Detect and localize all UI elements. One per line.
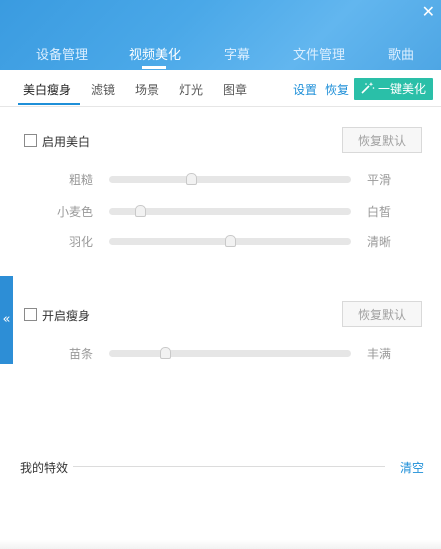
slimming-slider-right-label: 丰满	[367, 347, 392, 361]
slimming-slider-track[interactable]	[109, 347, 351, 359]
subtab-stamps[interactable]: 图章	[223, 81, 247, 98]
magic-wand-icon	[361, 82, 375, 94]
whitening-slider-right-label: 清晰	[367, 235, 392, 249]
settings-link[interactable]: 设置	[293, 81, 317, 98]
close-icon[interactable]: ✕	[422, 3, 435, 21]
tab-video-beauty[interactable]: 视频美化	[129, 44, 181, 63]
whitening-slider-track[interactable]	[109, 205, 351, 217]
header-bar: ✕ 设备管理 视频美化 字幕 文件管理 歌曲	[0, 0, 441, 70]
tab-songs[interactable]: 歌曲	[388, 44, 414, 63]
main-tabs: 设备管理 视频美化 字幕 文件管理 歌曲	[0, 44, 441, 64]
clear-effects-link[interactable]: 清空	[400, 459, 424, 476]
subtab-filters[interactable]: 滤镜	[91, 81, 115, 98]
slimming-slider-thumb[interactable]	[159, 347, 171, 359]
whitening-slider-left-label: 羽化	[68, 235, 93, 249]
whitening-slider-thumb[interactable]	[225, 235, 236, 247]
whitening-slider-thumb[interactable]	[135, 205, 147, 217]
slimming-reset-button[interactable]: 恢复默认	[342, 301, 422, 327]
subtab-lighting[interactable]: 灯光	[179, 81, 203, 98]
collapse-panel-handle[interactable]: «	[0, 276, 13, 364]
one-key-beautify-label: 一键美化	[377, 82, 426, 96]
whitening-slider-track[interactable]	[109, 173, 351, 185]
enable-whitening-label: 启用美白	[42, 135, 91, 149]
enable-whitening-checkbox[interactable]	[24, 134, 37, 147]
subtab-scenes[interactable]: 场景	[135, 81, 159, 98]
enable-slimming-label: 开启瘦身	[42, 309, 91, 323]
tab-subtitles[interactable]: 字幕	[224, 44, 250, 63]
restore-link[interactable]: 恢复	[325, 81, 349, 98]
effects-divider	[73, 466, 385, 467]
slimming-slider-left-label: 苗条	[68, 347, 93, 361]
enable-slimming-checkbox[interactable]	[24, 308, 37, 321]
whitening-slider-right-label: 平滑	[367, 173, 392, 187]
whitening-reset-button[interactable]: 恢复默认	[342, 127, 422, 153]
bottom-edge	[0, 540, 441, 549]
tab-file-management[interactable]: 文件管理	[293, 44, 345, 63]
whitening-slider-track[interactable]	[109, 235, 351, 247]
active-subtab-indicator	[18, 103, 80, 105]
whitening-slider-right-label: 白皙	[367, 205, 392, 219]
my-effects-label: 我的特效	[20, 461, 69, 475]
whitening-slider-thumb[interactable]	[186, 173, 198, 185]
whitening-slider-left-label: 小麦色	[56, 205, 93, 219]
tab-device-management[interactable]: 设备管理	[36, 44, 88, 63]
one-key-beautify-button[interactable]: 一键美化	[354, 78, 433, 100]
subtab-whitening-slimming[interactable]: 美白瘦身	[23, 81, 71, 98]
whitening-slider-left-label: 粗糙	[68, 173, 93, 187]
active-tab-indicator	[142, 66, 166, 69]
